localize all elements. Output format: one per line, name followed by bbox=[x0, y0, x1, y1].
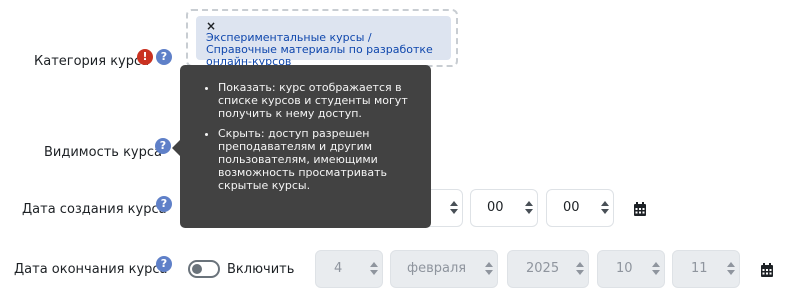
start-date-calendar-button[interactable] bbox=[624, 194, 656, 226]
course-category-label: Категория курса bbox=[34, 54, 150, 69]
end-hour-select[interactable]: 10 bbox=[597, 250, 665, 288]
end-date-label: Дата окончания курса bbox=[14, 262, 168, 277]
end-minute-select[interactable]: 11 bbox=[672, 250, 740, 288]
help-icon-end-date[interactable]: ? bbox=[156, 256, 172, 272]
required-icon: ! bbox=[137, 49, 153, 65]
calendar-icon bbox=[634, 202, 646, 216]
end-month-select[interactable]: февраля bbox=[390, 250, 498, 288]
end-month-value: февраля bbox=[407, 261, 467, 276]
calendar-icon bbox=[761, 263, 773, 277]
end-year-select[interactable]: 2025 bbox=[507, 250, 589, 288]
start-hour-select[interactable]: 00 bbox=[470, 189, 538, 227]
help-icon-start-date[interactable]: ? bbox=[156, 196, 172, 212]
tooltip-item-hide: Скрыть: доступ разрешен преподавателям и… bbox=[218, 127, 415, 192]
help-icon-course-visibility[interactable]: ? bbox=[155, 138, 171, 154]
tooltip-item-show: Показать: курс отображается в списке кур… bbox=[218, 81, 415, 120]
course-category-chip-label: Экспериментальные курсы / Справочные мат… bbox=[206, 31, 433, 68]
tooltip-arrow bbox=[172, 140, 180, 156]
course-visibility-label: Видимость курса bbox=[44, 145, 162, 160]
end-day-value: 4 bbox=[334, 261, 343, 276]
end-year-value: 2025 bbox=[526, 261, 560, 276]
help-icon-course-category[interactable]: ? bbox=[156, 49, 172, 65]
visibility-help-tooltip: Показать: курс отображается в списке кур… bbox=[172, 65, 431, 228]
start-hour-value: 00 bbox=[487, 200, 504, 215]
tooltip-list: Показать: курс отображается в списке кур… bbox=[194, 81, 415, 192]
start-minute-select[interactable]: 00 bbox=[546, 189, 614, 227]
start-minute-value: 00 bbox=[563, 200, 580, 215]
end-minute-value: 11 bbox=[691, 261, 708, 276]
end-date-enable-toggle[interactable] bbox=[188, 260, 220, 278]
start-date-label: Дата создания курса bbox=[22, 202, 167, 217]
toggle-knob bbox=[192, 264, 202, 274]
end-date-calendar-button[interactable] bbox=[751, 255, 783, 287]
end-hour-value: 10 bbox=[616, 261, 633, 276]
end-day-select[interactable]: 4 bbox=[315, 250, 383, 288]
end-date-enable-label[interactable]: Включить bbox=[227, 262, 294, 277]
course-category-chip[interactable]: × Экспериментальные курсы / Справочные м… bbox=[196, 16, 451, 68]
